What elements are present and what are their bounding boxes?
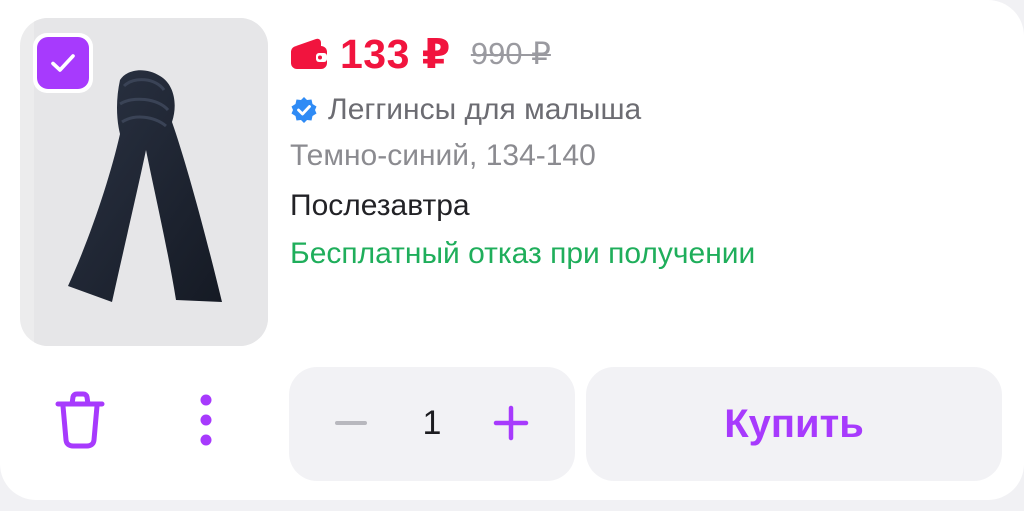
more-vertical-icon[interactable]: [192, 392, 220, 448]
quantity-stepper: 1: [289, 367, 575, 481]
verified-badge-icon: [291, 97, 317, 123]
product-variant: Темно-синий, 134-140: [290, 139, 596, 172]
wallet-icon: [291, 38, 327, 69]
price-row: 133 ₽ 990 ₽: [290, 26, 551, 82]
title-row[interactable]: Леггинсы для малыша: [290, 88, 641, 132]
free-return-note: Бесплатный отказ при получении: [290, 237, 756, 270]
trash-icon[interactable]: [52, 390, 108, 450]
checkbox-checked: [37, 37, 89, 89]
card-corner: [988, 0, 1024, 36]
delivery-date: Послезавтра: [290, 189, 470, 222]
buy-button[interactable]: Купить: [586, 367, 1002, 481]
quantity-value: 1: [422, 404, 442, 442]
product-title: Леггинсы для малыша: [328, 93, 642, 126]
old-price: 990 ₽: [470, 36, 551, 71]
decrease-button[interactable]: [333, 405, 369, 441]
cart-item-card: 133 ₽ 990 ₽ Леггинсы для малыша Темно-си…: [0, 0, 1024, 500]
check-icon: [51, 54, 75, 72]
minus-icon: [335, 421, 367, 425]
increase-button[interactable]: [493, 405, 529, 441]
current-price: 133 ₽: [340, 31, 451, 77]
select-checkbox[interactable]: [33, 33, 93, 93]
